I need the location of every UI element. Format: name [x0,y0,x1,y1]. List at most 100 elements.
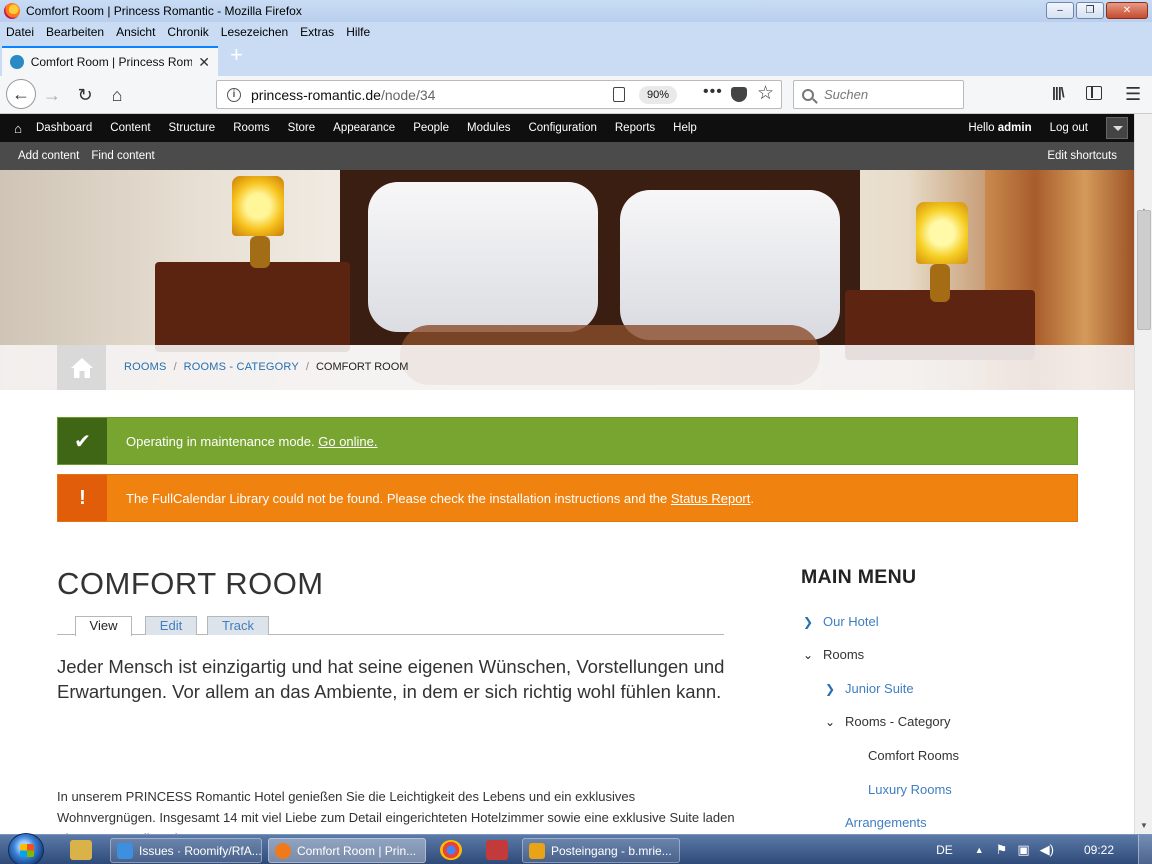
firefox-icon [275,842,291,859]
toolbar-content[interactable]: Content [110,122,150,134]
url-host: princess-romantic.de [251,86,381,103]
sidebar-item-arrangements[interactable]: Arrangements [845,815,927,830]
menu-datei[interactable]: Datei [6,25,34,39]
explorer-icon[interactable] [70,840,92,860]
page-actions-icon[interactable]: ••• [703,83,723,101]
admin-toolbar: ⌂ Dashboard Content Structure Rooms Stor… [0,114,1134,142]
search-input[interactable]: Suchen [793,80,964,109]
show-desktop-button[interactable] [1138,835,1152,864]
sidebar-item-comfort-rooms[interactable]: Comfort Rooms [868,748,959,763]
page-scrollbar[interactable]: ▲ ▼ [1134,114,1152,834]
menu-bearbeiten[interactable]: Bearbeiten [46,25,104,39]
scroll-down-icon[interactable]: ▼ [1140,821,1148,830]
breadcrumb-rooms-category[interactable]: ROOMS - CATEGORY [184,361,299,373]
tab-strip: Comfort Room | Princess Romantic ✕ + [0,42,1152,76]
breadcrumb-rooms[interactable]: ROOMS [124,361,167,373]
new-tab-button[interactable]: + [230,42,243,68]
sidebar-item-our-hotel[interactable]: ❯ Our Hotel [801,614,879,629]
toolbar-orientation-toggle[interactable] [1106,117,1128,139]
warning-message: ! The FullCalendar Library could not be … [57,474,1078,522]
clock[interactable]: 09:22 [1084,843,1114,857]
bookmark-star-icon[interactable]: ☆ [757,82,774,105]
network-icon[interactable]: ▣ [1017,842,1029,858]
minimize-button[interactable]: ‒ [1046,2,1074,19]
toolbar-structure[interactable]: Structure [169,122,216,134]
scrollbar-thumb[interactable] [1137,210,1151,330]
tab-close-icon[interactable]: ✕ [198,54,210,71]
sidebar-toggle-icon[interactable] [1086,86,1102,100]
page-content: ROOMS / ROOMS - CATEGORY / COMFORT ROOM … [0,170,1134,834]
go-online-link[interactable]: Go online. [318,434,377,449]
tab-view[interactable]: View [75,616,132,636]
menu-chronik[interactable]: Chronik [167,25,208,39]
chevron-right-icon: ❯ [824,681,836,696]
menu-extras[interactable]: Extras [300,25,334,39]
back-arrow-icon[interactable]: ← [6,79,36,109]
tray-expand-icon[interactable]: ▲ [975,845,984,855]
hamburger-menu-icon[interactable]: ☰ [1125,84,1141,105]
sidebar-item-junior-suite[interactable]: ❯ Junior Suite [823,681,914,696]
menu-lesezeichen[interactable]: Lesezeichen [221,25,288,39]
close-window-button[interactable]: ✕ [1106,2,1148,19]
toolbar-rooms[interactable]: Rooms [233,122,269,134]
search-placeholder: Suchen [824,87,869,102]
sidebar-menu-title: MAIN MENU [801,566,917,588]
breadcrumb: ROOMS / ROOMS - CATEGORY / COMFORT ROOM [124,361,408,373]
forward-arrow-icon[interactable]: → [40,83,64,107]
breadcrumb-home-icon[interactable] [57,345,106,390]
taskbar-item-outlook[interactable]: Posteingang - b.mrie... [522,838,680,863]
page-title: COMFORT ROOM [57,566,324,601]
toolbar-people[interactable]: People [413,122,449,134]
user-name: admin [997,122,1032,134]
toolbar-modules[interactable]: Modules [467,122,510,134]
toolbar-reports[interactable]: Reports [615,122,655,134]
chevron-right-icon: ❯ [802,614,814,629]
chrome-icon[interactable] [440,840,462,860]
start-button[interactable] [8,833,44,864]
admin-home-icon[interactable]: ⌂ [0,121,36,136]
language-indicator[interactable]: DE [936,843,953,857]
status-report-link[interactable]: Status Report [671,491,751,506]
shortcut-find-content[interactable]: Find content [91,150,154,162]
tab-track[interactable]: Track [207,616,269,635]
library-icon[interactable]: |||\ [1052,84,1065,100]
toolbar-dashboard[interactable]: Dashboard [36,122,92,134]
navigation-toolbar: ← → ↻ ⌂ i princess-romantic.de/node/34 9… [0,76,1152,114]
firefox-logo-icon [4,3,20,19]
tab-edit[interactable]: Edit [145,616,197,635]
toolbar-configuration[interactable]: Configuration [528,122,596,134]
pocket-icon[interactable] [731,87,747,102]
sidebar-item-rooms-category[interactable]: ⌄ Rooms - Category [823,714,951,729]
reader-view-icon[interactable] [613,87,625,102]
body-paragraph: In unserem PRINCESS Romantic Hotel genie… [57,789,735,834]
windows-taskbar: Issues · Roomify/RfA... Comfort Room | P… [0,833,1152,864]
flag-icon[interactable]: ⚑ [996,842,1008,858]
maximize-button[interactable]: ❐ [1076,2,1104,19]
menu-hilfe[interactable]: Hilfe [346,25,370,39]
menu-ansicht[interactable]: Ansicht [116,25,155,39]
system-tray: DE ▲ ⚑ ▣ ◀) 09:22 [936,835,1152,864]
taskbar-item-firefox[interactable]: Comfort Room | Prin... [268,838,426,863]
reload-icon[interactable]: ↻ [73,83,97,107]
node-tabs: View Edit Track [57,615,724,636]
shortcut-add-content[interactable]: Add content [18,150,79,162]
toolbar-store[interactable]: Store [288,122,316,134]
status-message-text: Operating in maintenance mode. Go online… [126,433,378,449]
toolbar-appearance[interactable]: Appearance [333,122,395,134]
home-icon[interactable]: ⌂ [105,83,129,107]
logout-link[interactable]: Log out [1050,122,1088,134]
exclamation-icon: ! [58,475,107,521]
user-greeting[interactable]: Hello admin [968,122,1031,134]
volume-icon[interactable]: ◀) [1040,842,1054,858]
zoom-level-badge[interactable]: 90% [639,86,678,104]
url-bar[interactable]: i princess-romantic.de/node/34 90% ••• ☆ [216,80,782,109]
outlook-icon [529,842,545,859]
site-info-icon[interactable]: i [227,87,241,102]
taskbar-item-ie[interactable]: Issues · Roomify/RfA... [110,838,262,863]
toolbar-help[interactable]: Help [673,122,697,134]
sidebar-item-luxury-rooms[interactable]: Luxury Rooms [868,782,952,797]
browser-tab[interactable]: Comfort Room | Princess Romantic ✕ [2,46,218,76]
edit-shortcuts-link[interactable]: Edit shortcuts [1047,150,1117,162]
app-icon[interactable] [486,840,508,860]
sidebar-item-rooms[interactable]: ⌄ Rooms [801,647,864,662]
